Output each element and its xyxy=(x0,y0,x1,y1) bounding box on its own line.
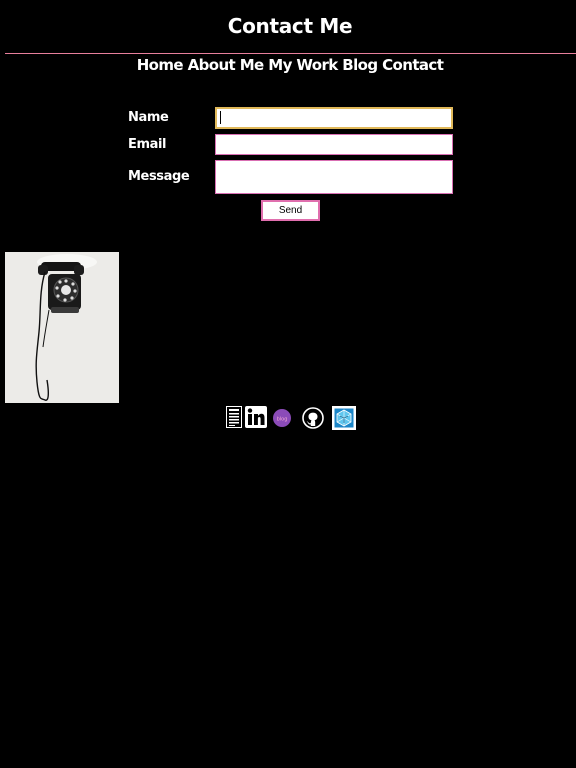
blog-badge-text: blog xyxy=(277,417,288,423)
nav-home-link[interactable]: Home xyxy=(137,56,184,74)
nav-about-link[interactable]: About Me xyxy=(188,56,265,74)
message-label: Message xyxy=(128,169,190,184)
message-field[interactable] xyxy=(215,160,453,194)
header-divider xyxy=(5,53,576,54)
page-title: Contact Me xyxy=(227,14,353,38)
telephone-illustration xyxy=(5,252,119,403)
nav-contact-link[interactable]: Contact xyxy=(382,56,444,74)
nav-blog-link[interactable]: Blog xyxy=(342,56,378,74)
contact-page: Contact Me Home About Me My Work Blog Co… xyxy=(0,0,576,768)
send-button[interactable]: Send xyxy=(261,200,320,221)
text-caret xyxy=(220,111,221,124)
codepen-cube-icon[interactable] xyxy=(332,406,356,434)
resume-icon[interactable] xyxy=(226,406,242,432)
email-field[interactable] xyxy=(215,134,453,155)
email-label: Email xyxy=(128,137,167,152)
nav-work-link[interactable]: My Work xyxy=(268,56,338,74)
name-label: Name xyxy=(128,110,169,125)
name-field[interactable] xyxy=(215,107,453,129)
linkedin-icon[interactable] xyxy=(245,406,267,432)
github-icon[interactable] xyxy=(302,407,324,433)
blog-badge-icon[interactable]: blog xyxy=(273,409,291,431)
main-nav: Home About Me My Work Blog Contact xyxy=(0,56,576,74)
rotary-telephone-photo xyxy=(5,252,119,403)
